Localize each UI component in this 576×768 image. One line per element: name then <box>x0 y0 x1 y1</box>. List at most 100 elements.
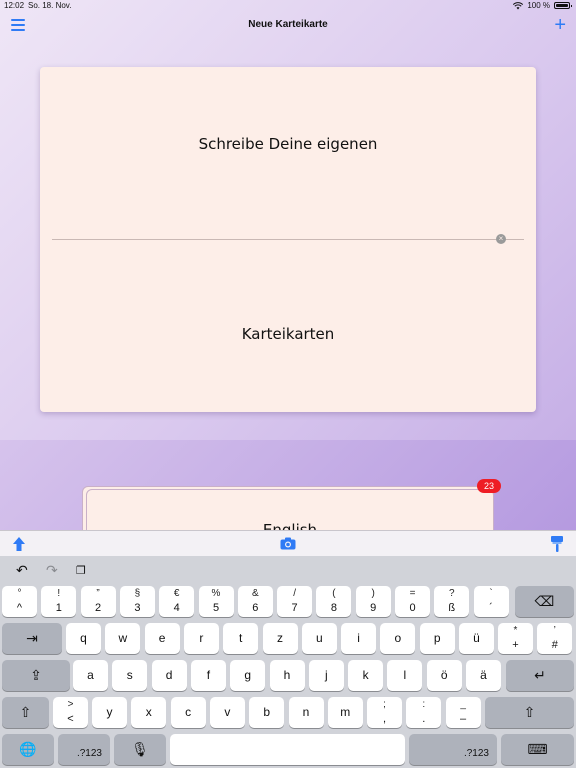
key-period[interactable]: :. <box>406 697 442 728</box>
key-2[interactable]: ” 2 <box>80 586 116 617</box>
key-label: j <box>324 668 328 682</box>
hide-keyboard-key[interactable]: ⌨ <box>501 734 574 765</box>
key-label: p <box>433 631 441 645</box>
key-label: k <box>362 668 369 682</box>
key-m[interactable]: m <box>327 697 363 728</box>
status-bar: 12:02 So. 18. Nov. 100 % <box>0 0 576 12</box>
arrow-up-icon[interactable] <box>12 536 26 552</box>
key-d[interactable]: d <box>151 660 187 691</box>
key-^[interactable]: ° ^ <box>2 586 37 617</box>
key-c[interactable]: c <box>170 697 206 728</box>
key-top-label: > <box>67 699 74 710</box>
key-top-label: * <box>513 625 518 636</box>
key-u[interactable]: u <box>301 623 337 654</box>
shift-icon: ⇧ <box>523 704 536 720</box>
card-divider <box>52 239 524 240</box>
tab-key[interactable]: ⇥ <box>2 623 62 654</box>
capslock-key[interactable]: ⇪ <box>2 660 70 691</box>
key-g[interactable]: g <box>230 660 266 691</box>
add-button[interactable]: + <box>554 12 566 38</box>
card-back-field[interactable]: Karteikarten <box>40 325 536 343</box>
key-ß[interactable]: ? ß <box>434 586 470 617</box>
undo-icon[interactable]: ↶ <box>16 562 28 579</box>
key-1[interactable]: ! 1 <box>41 586 77 617</box>
key-top-label: ” <box>96 588 100 599</box>
wifi-icon <box>513 1 524 9</box>
redo-icon[interactable]: ↷ <box>46 562 58 579</box>
key-l[interactable]: l <box>387 660 423 691</box>
microphone-icon: 🎙 <box>131 741 149 757</box>
key-bottom-label: 2 <box>95 602 102 614</box>
key-0[interactable]: = 0 <box>395 586 430 617</box>
key-e[interactable]: e <box>144 623 180 654</box>
numbers-key-left[interactable]: .?123 <box>58 734 110 765</box>
key-label: f <box>206 668 211 682</box>
key-ü[interactable]: ü <box>459 623 494 654</box>
key-k[interactable]: k <box>348 660 384 691</box>
key-top-label: = <box>409 588 416 599</box>
key-label: b <box>263 705 271 719</box>
key-6[interactable]: & 6 <box>237 586 273 617</box>
return-key[interactable]: ↵ <box>506 660 574 691</box>
key-dash[interactable]: _ – <box>445 697 481 728</box>
key-top-label: § <box>134 588 141 599</box>
shift-key-left[interactable]: ⇧ <box>2 697 49 728</box>
key-z[interactable]: z <box>262 623 298 654</box>
space-key[interactable] <box>170 734 405 765</box>
key-h[interactable]: h <box>269 660 305 691</box>
key-p[interactable]: p <box>419 623 455 654</box>
key-4[interactable]: €4 <box>159 586 195 617</box>
key-t[interactable]: t <box>223 623 259 654</box>
key-o[interactable]: o <box>380 623 416 654</box>
battery-percent: 100 % <box>527 1 550 10</box>
dictation-key[interactable]: 🎙 <box>114 734 166 765</box>
key-a[interactable]: a <box>73 660 108 691</box>
key-bottom-label: 6 <box>252 602 259 614</box>
clear-icon[interactable]: × <box>496 234 506 244</box>
key-f[interactable]: f <box>190 660 226 691</box>
paint-roller-icon[interactable] <box>550 535 564 553</box>
key-j[interactable]: j <box>308 660 344 691</box>
numbers-key-right[interactable]: .?123 <box>409 734 497 765</box>
key-q[interactable]: q <box>66 623 101 654</box>
key-bottom-label: ^ <box>16 602 23 614</box>
shift-key-right[interactable]: ⇧ <box>485 697 574 728</box>
key-s[interactable]: s <box>112 660 148 691</box>
key-top-label: & <box>251 588 259 599</box>
backspace-key[interactable]: ⌫ <box>515 586 574 617</box>
card-front-field[interactable]: Schreibe Deine eigenen <box>40 135 536 153</box>
key-5[interactable]: % 5 <box>198 586 234 617</box>
backspace-icon: ⌫ <box>534 593 555 609</box>
key-v[interactable]: v <box>209 697 245 728</box>
key-y[interactable]: y <box>92 697 127 728</box>
key-ä[interactable]: ä <box>466 660 501 691</box>
key-comma[interactable]: ;, <box>367 697 402 728</box>
shift-icon: ⇧ <box>19 704 32 720</box>
key-top-label: ° <box>17 588 22 599</box>
key-b[interactable]: b <box>249 697 285 728</box>
key-i[interactable]: i <box>341 623 377 654</box>
key-w[interactable]: w <box>105 623 141 654</box>
key-3[interactable]: § 3 <box>119 586 155 617</box>
key-9[interactable]: ) 9 <box>355 586 391 617</box>
key-´[interactable]: ` ´ <box>473 586 509 617</box>
paste-icon[interactable]: ❐ <box>76 564 86 577</box>
key-#[interactable]: ’ # <box>537 623 573 654</box>
key-bottom-label: 7 <box>291 602 298 614</box>
keyboard: ↶ ↷ ❐ ° ^! 1” 2 § 3 €4% 5 & 6/7(8) 9 = 0? ß ` ´ ⌫ ⇥ q w e r t z… <box>0 556 576 768</box>
key-bottom-label: , <box>382 713 387 725</box>
key-bottom-label: 8 <box>330 602 337 614</box>
key-bottom-label: 4 <box>173 602 180 614</box>
key-+[interactable]: * + <box>498 623 533 654</box>
key-7[interactable]: /7 <box>277 586 313 617</box>
key-top-label: ( <box>332 588 336 599</box>
key-ö[interactable]: ö <box>426 660 462 691</box>
key-n[interactable]: n <box>288 697 324 728</box>
globe-key[interactable]: 🌐 <box>2 734 54 765</box>
key-x[interactable]: x <box>131 697 167 728</box>
key-r[interactable]: r <box>183 623 219 654</box>
camera-icon[interactable] <box>280 537 296 550</box>
key-top-label: ) <box>371 588 375 599</box>
key-less-than[interactable]: > < <box>53 697 88 728</box>
key-8[interactable]: (8 <box>316 586 352 617</box>
